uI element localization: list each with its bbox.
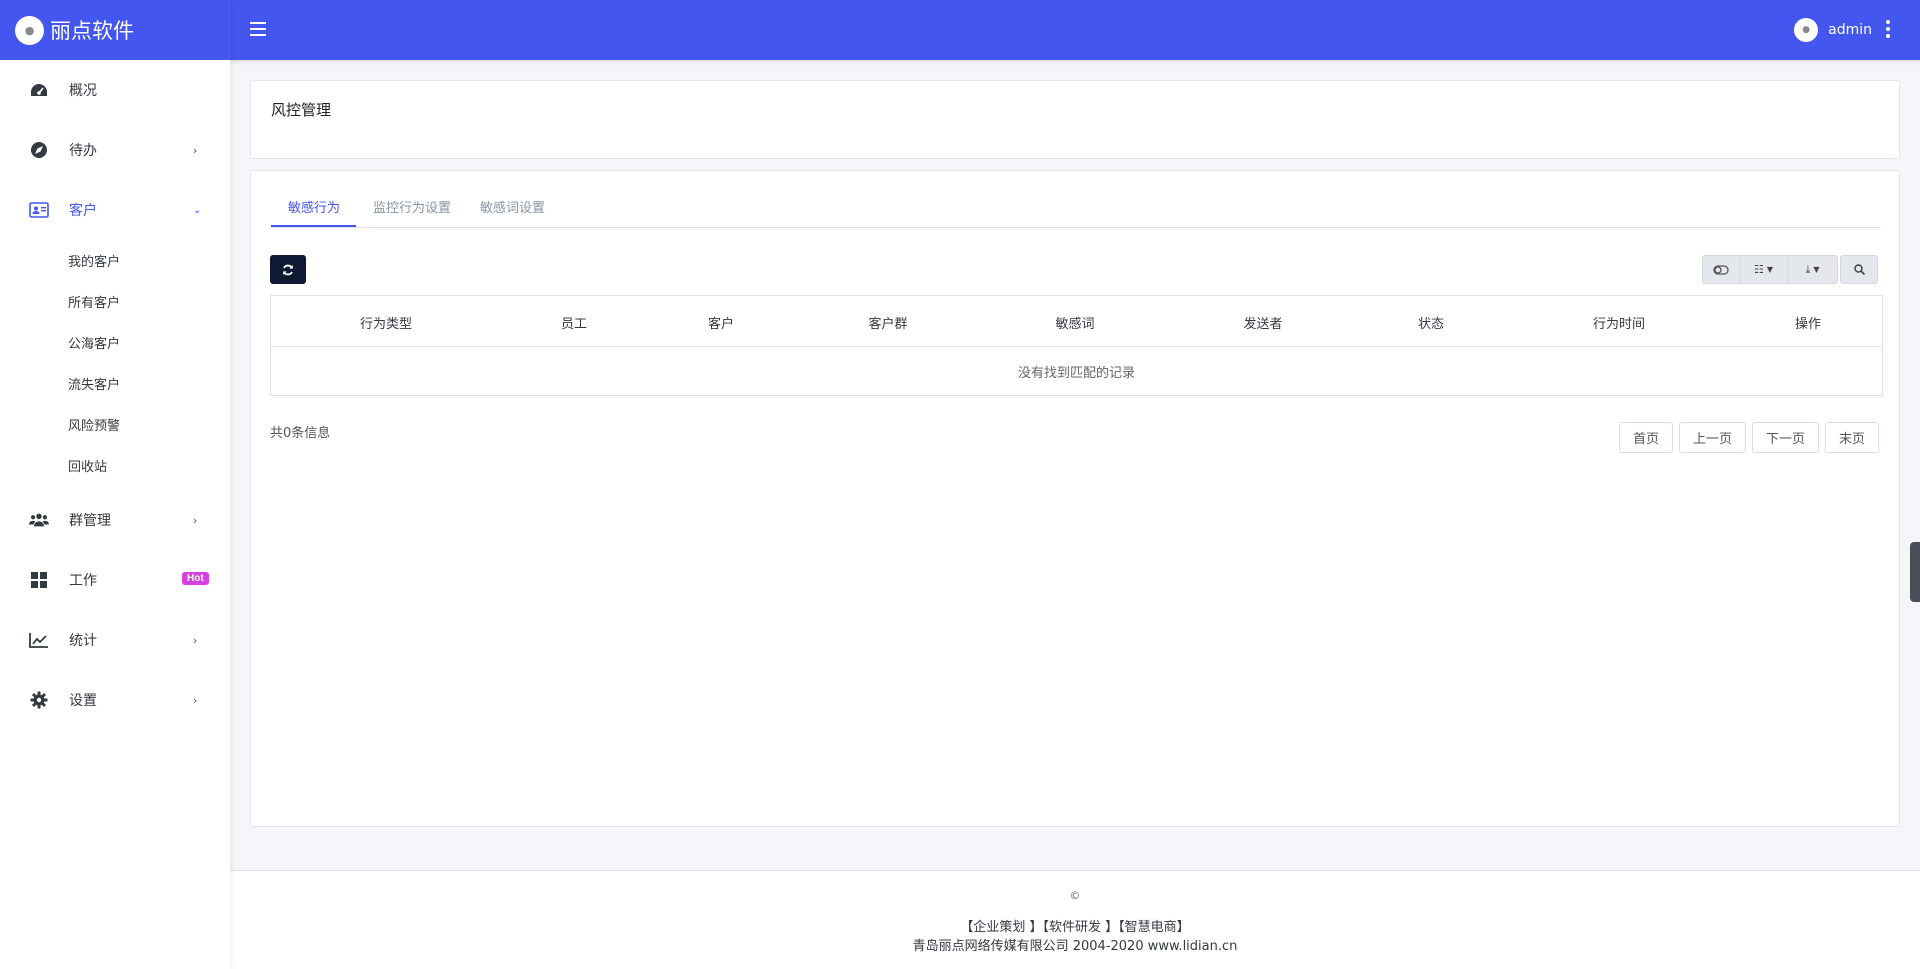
sidebar-item-label: 概况 — [69, 83, 97, 99]
sidebar-item-label: 工作 — [69, 573, 97, 589]
download-icon: ⤓ — [1805, 262, 1811, 276]
record-count: 共0条信息 — [270, 426, 331, 441]
logo-icon: ● — [15, 15, 44, 45]
tab-sensitive-words[interactable]: 敏感词设置 — [480, 197, 545, 216]
tab-monitor-settings[interactable]: 监控行为设置 — [373, 197, 451, 216]
customers-submenu: 我的客户 所有客户 公海客户 流失客户 风险预警 回收站 — [0, 240, 230, 486]
prev-page-button[interactable]: 上一页 — [1679, 422, 1746, 453]
menu-toggle-icon[interactable] — [250, 18, 266, 42]
sidebar-item-overview[interactable]: 概况 — [0, 60, 230, 120]
footer-links[interactable]: 【企业策划 】【软件研发 】【智慧电商】 — [230, 916, 1920, 935]
table-header: 行为类型 员工 客户 客户群 敏感词 发送者 状态 行为时间 操作 — [271, 296, 1882, 347]
tab-bar: 敏感行为 监控行为设置 敏感词设置 — [271, 171, 1881, 228]
line-chart-icon — [29, 630, 49, 650]
tab-sensitive-behavior[interactable]: 敏感行为 — [288, 197, 340, 216]
sidebar-item-label: 统计 — [69, 633, 97, 649]
column-header[interactable]: 行为时间 — [1593, 313, 1645, 332]
last-page-button[interactable]: 末页 — [1825, 422, 1879, 453]
toggle-view-button[interactable] — [1702, 255, 1740, 284]
chevron-right-icon: › — [193, 143, 198, 157]
chevron-right-icon: › — [193, 693, 198, 707]
top-navbar: ● admin — [230, 0, 1920, 60]
sidebar-subitem-risk-alerts[interactable]: 风险预警 — [0, 404, 230, 445]
search-icon — [1853, 264, 1865, 275]
sidebar-item-label: 待办 — [69, 143, 97, 159]
sidebar-item-customers[interactable]: 客户 ⌄ — [0, 180, 230, 240]
gear-icon — [29, 690, 49, 710]
export-dropdown-button[interactable]: ⤓ ▼ — [1788, 255, 1838, 284]
caret-down-icon: ▼ — [1813, 265, 1820, 274]
column-header[interactable]: 发送者 — [1243, 313, 1282, 332]
sidebar-subitem-all-customers[interactable]: 所有客户 — [0, 281, 230, 322]
sidebar-item-settings[interactable]: 设置 › — [0, 670, 230, 730]
dashboard-icon — [29, 80, 49, 100]
contact-card-icon — [29, 200, 49, 220]
sidebar-item-groups[interactable]: 群管理 › — [0, 490, 230, 550]
sidebar-item-todo[interactable]: 待办 › — [0, 120, 230, 180]
sidebar-subitem-public-pool[interactable]: 公海客户 — [0, 322, 230, 363]
chevron-right-icon: › — [193, 633, 198, 647]
grid-icon — [29, 570, 49, 590]
first-page-button[interactable]: 首页 — [1619, 422, 1673, 453]
sidebar-nav: 概况 待办 › 客户 ⌄ 我的客户 所有客户 公海客户 流失客户 风险预警 回收… — [0, 60, 230, 730]
chevron-down-icon: ⌄ — [193, 204, 202, 216]
company-info: 青岛丽点网络传媒有限公司 2004-2020 www.lidian.cn — [912, 939, 1238, 954]
sidebar-subitem-recycle-bin[interactable]: 回收站 — [0, 445, 230, 486]
columns-dropdown-button[interactable]: ☷ ▼ — [1740, 255, 1788, 284]
footer: © 【企业策划 】【软件研发 】【智慧电商】 青岛丽点网络传媒有限公司 2004… — [230, 870, 1920, 969]
compass-icon — [29, 140, 49, 160]
table-toolbar: ☷ ▼ ⤓ ▼ — [1702, 255, 1878, 284]
page-header-card: 风控管理 — [250, 80, 1900, 159]
refresh-button[interactable] — [270, 255, 306, 284]
search-button[interactable] — [1840, 255, 1878, 284]
sidebar-item-label: 设置 — [69, 693, 97, 709]
users-icon — [29, 510, 49, 530]
sidebar: ● 丽点软件 概况 待办 › 客户 ⌄ 我的客户 所有客户 公海客户 流失客户 … — [0, 0, 230, 969]
pagination: 首页 上一页 下一页 末页 — [1619, 422, 1885, 453]
toggle-icon — [1713, 264, 1729, 275]
refresh-icon — [283, 264, 293, 275]
sidebar-item-work[interactable]: 工作 Hot — [0, 550, 230, 610]
brand-name: 丽点软件 — [50, 19, 134, 43]
column-header[interactable]: 状态 — [1418, 313, 1444, 332]
user-menu[interactable]: ● admin — [1794, 18, 1872, 42]
user-name: admin — [1828, 22, 1872, 38]
active-tab-indicator — [271, 225, 356, 227]
more-vertical-icon[interactable] — [1886, 20, 1890, 41]
empty-message: 没有找到匹配的记录 — [1017, 366, 1135, 381]
sidebar-item-statistics[interactable]: 统计 › — [0, 610, 230, 670]
brand[interactable]: ● 丽点软件 — [0, 0, 230, 60]
avatar: ● — [1794, 18, 1819, 42]
sidebar-item-label: 客户 — [69, 203, 97, 219]
copyright: © — [1069, 889, 1081, 902]
sidebar-subitem-my-customers[interactable]: 我的客户 — [0, 240, 230, 281]
column-header[interactable]: 员工 — [561, 313, 587, 332]
caret-down-icon: ▼ — [1766, 265, 1774, 274]
list-icon: ☷ — [1753, 263, 1764, 276]
main-card: 敏感行为 监控行为设置 敏感词设置 ☷ ▼ ⤓ ▼ 行为类型 员工 客户 客户群 敏… — [250, 170, 1900, 827]
column-header[interactable]: 客户 — [708, 313, 734, 332]
data-table: 行为类型 员工 客户 客户群 敏感词 发送者 状态 行为时间 操作 没有找到匹配… — [270, 295, 1883, 396]
sidebar-item-label: 群管理 — [69, 513, 111, 529]
column-header[interactable]: 客户群 — [868, 313, 907, 332]
column-header[interactable]: 敏感词 — [1055, 313, 1094, 332]
chevron-right-icon: › — [193, 513, 198, 527]
column-header[interactable]: 行为类型 — [360, 313, 412, 332]
sidebar-subitem-lost-customers[interactable]: 流失客户 — [0, 363, 230, 404]
side-panel-handle[interactable] — [1910, 542, 1920, 602]
next-page-button[interactable]: 下一页 — [1752, 422, 1819, 453]
page-title: 风控管理 — [271, 101, 332, 119]
column-header[interactable]: 操作 — [1795, 313, 1821, 332]
hot-badge: Hot — [182, 572, 209, 585]
